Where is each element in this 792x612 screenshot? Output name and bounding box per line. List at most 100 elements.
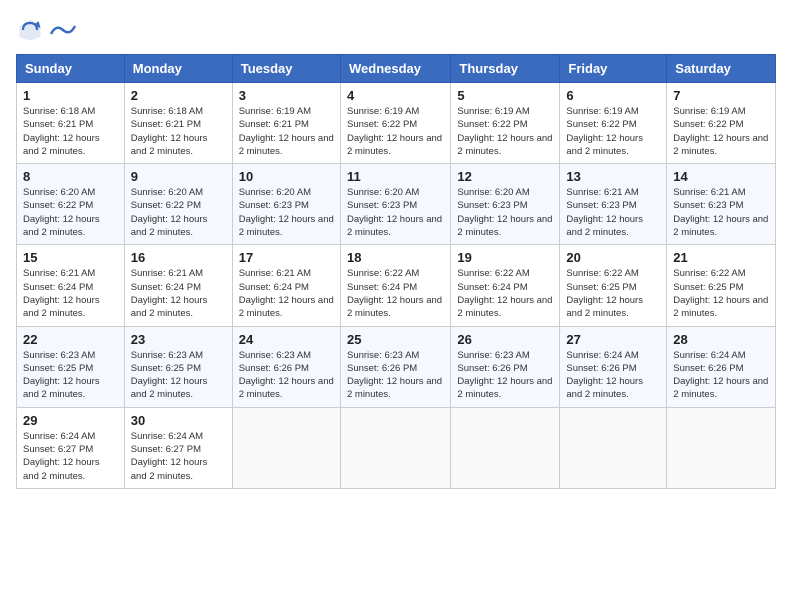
day-number: 14 [673,169,769,184]
calendar-cell: 12 Sunrise: 6:20 AM Sunset: 6:23 PM Dayl… [451,164,560,245]
day-info: Sunrise: 6:24 AM Sunset: 6:27 PM Dayligh… [23,430,118,483]
day-info: Sunrise: 6:24 AM Sunset: 6:26 PM Dayligh… [566,349,660,402]
calendar-cell: 16 Sunrise: 6:21 AM Sunset: 6:24 PM Dayl… [124,245,232,326]
week-row-3: 15 Sunrise: 6:21 AM Sunset: 6:24 PM Dayl… [17,245,776,326]
day-info: Sunrise: 6:21 AM Sunset: 6:24 PM Dayligh… [239,267,334,320]
day-info: Sunrise: 6:20 AM Sunset: 6:22 PM Dayligh… [131,186,226,239]
column-header-tuesday: Tuesday [232,55,340,83]
week-row-4: 22 Sunrise: 6:23 AM Sunset: 6:25 PM Dayl… [17,326,776,407]
day-number: 22 [23,332,118,347]
day-info: Sunrise: 6:18 AM Sunset: 6:21 PM Dayligh… [23,105,118,158]
calendar-cell: 5 Sunrise: 6:19 AM Sunset: 6:22 PM Dayli… [451,83,560,164]
day-info: Sunrise: 6:23 AM Sunset: 6:26 PM Dayligh… [239,349,334,402]
calendar-cell: 9 Sunrise: 6:20 AM Sunset: 6:22 PM Dayli… [124,164,232,245]
week-row-1: 1 Sunrise: 6:18 AM Sunset: 6:21 PM Dayli… [17,83,776,164]
page-header [16,16,776,44]
day-number: 16 [131,250,226,265]
day-info: Sunrise: 6:24 AM Sunset: 6:27 PM Dayligh… [131,430,226,483]
calendar-cell: 2 Sunrise: 6:18 AM Sunset: 6:21 PM Dayli… [124,83,232,164]
day-info: Sunrise: 6:20 AM Sunset: 6:23 PM Dayligh… [457,186,553,239]
day-number: 12 [457,169,553,184]
day-number: 21 [673,250,769,265]
day-number: 30 [131,413,226,428]
day-number: 17 [239,250,334,265]
day-number: 15 [23,250,118,265]
column-header-sunday: Sunday [17,55,125,83]
calendar-cell: 8 Sunrise: 6:20 AM Sunset: 6:22 PM Dayli… [17,164,125,245]
column-header-friday: Friday [560,55,667,83]
logo-icon [16,16,44,44]
column-header-saturday: Saturday [667,55,776,83]
day-number: 25 [347,332,444,347]
calendar-cell: 7 Sunrise: 6:19 AM Sunset: 6:22 PM Dayli… [667,83,776,164]
day-number: 28 [673,332,769,347]
day-info: Sunrise: 6:22 AM Sunset: 6:24 PM Dayligh… [457,267,553,320]
calendar-header-row: SundayMondayTuesdayWednesdayThursdayFrid… [17,55,776,83]
calendar-cell: 17 Sunrise: 6:21 AM Sunset: 6:24 PM Dayl… [232,245,340,326]
column-header-monday: Monday [124,55,232,83]
day-number: 19 [457,250,553,265]
calendar-cell: 14 Sunrise: 6:21 AM Sunset: 6:23 PM Dayl… [667,164,776,245]
day-info: Sunrise: 6:19 AM Sunset: 6:22 PM Dayligh… [673,105,769,158]
day-number: 11 [347,169,444,184]
day-info: Sunrise: 6:19 AM Sunset: 6:22 PM Dayligh… [347,105,444,158]
day-number: 7 [673,88,769,103]
day-info: Sunrise: 6:23 AM Sunset: 6:26 PM Dayligh… [457,349,553,402]
calendar-cell: 18 Sunrise: 6:22 AM Sunset: 6:24 PM Dayl… [340,245,450,326]
day-number: 29 [23,413,118,428]
logo-wave-icon [49,20,77,40]
calendar-cell: 27 Sunrise: 6:24 AM Sunset: 6:26 PM Dayl… [560,326,667,407]
calendar-cell [232,407,340,488]
calendar-cell: 13 Sunrise: 6:21 AM Sunset: 6:23 PM Dayl… [560,164,667,245]
day-info: Sunrise: 6:19 AM Sunset: 6:22 PM Dayligh… [566,105,660,158]
week-row-2: 8 Sunrise: 6:20 AM Sunset: 6:22 PM Dayli… [17,164,776,245]
calendar-cell: 1 Sunrise: 6:18 AM Sunset: 6:21 PM Dayli… [17,83,125,164]
calendar-cell: 23 Sunrise: 6:23 AM Sunset: 6:25 PM Dayl… [124,326,232,407]
day-number: 23 [131,332,226,347]
day-number: 1 [23,88,118,103]
day-info: Sunrise: 6:24 AM Sunset: 6:26 PM Dayligh… [673,349,769,402]
column-header-wednesday: Wednesday [340,55,450,83]
day-info: Sunrise: 6:22 AM Sunset: 6:25 PM Dayligh… [566,267,660,320]
day-number: 4 [347,88,444,103]
day-number: 2 [131,88,226,103]
day-info: Sunrise: 6:21 AM Sunset: 6:24 PM Dayligh… [131,267,226,320]
day-number: 9 [131,169,226,184]
calendar-cell: 15 Sunrise: 6:21 AM Sunset: 6:24 PM Dayl… [17,245,125,326]
day-info: Sunrise: 6:21 AM Sunset: 6:23 PM Dayligh… [673,186,769,239]
calendar-cell: 28 Sunrise: 6:24 AM Sunset: 6:26 PM Dayl… [667,326,776,407]
calendar-cell: 19 Sunrise: 6:22 AM Sunset: 6:24 PM Dayl… [451,245,560,326]
day-info: Sunrise: 6:21 AM Sunset: 6:23 PM Dayligh… [566,186,660,239]
calendar-cell [340,407,450,488]
calendar-cell: 22 Sunrise: 6:23 AM Sunset: 6:25 PM Dayl… [17,326,125,407]
calendar-cell: 10 Sunrise: 6:20 AM Sunset: 6:23 PM Dayl… [232,164,340,245]
day-number: 26 [457,332,553,347]
day-number: 5 [457,88,553,103]
day-number: 18 [347,250,444,265]
day-number: 27 [566,332,660,347]
day-info: Sunrise: 6:20 AM Sunset: 6:23 PM Dayligh… [239,186,334,239]
calendar-cell: 29 Sunrise: 6:24 AM Sunset: 6:27 PM Dayl… [17,407,125,488]
day-number: 10 [239,169,334,184]
day-number: 13 [566,169,660,184]
day-info: Sunrise: 6:22 AM Sunset: 6:24 PM Dayligh… [347,267,444,320]
day-number: 8 [23,169,118,184]
day-info: Sunrise: 6:19 AM Sunset: 6:22 PM Dayligh… [457,105,553,158]
day-info: Sunrise: 6:23 AM Sunset: 6:26 PM Dayligh… [347,349,444,402]
day-number: 24 [239,332,334,347]
day-info: Sunrise: 6:23 AM Sunset: 6:25 PM Dayligh… [131,349,226,402]
day-info: Sunrise: 6:20 AM Sunset: 6:23 PM Dayligh… [347,186,444,239]
logo [16,16,78,44]
calendar-cell: 4 Sunrise: 6:19 AM Sunset: 6:22 PM Dayli… [340,83,450,164]
calendar-cell: 6 Sunrise: 6:19 AM Sunset: 6:22 PM Dayli… [560,83,667,164]
calendar-cell: 30 Sunrise: 6:24 AM Sunset: 6:27 PM Dayl… [124,407,232,488]
calendar-cell [560,407,667,488]
day-number: 6 [566,88,660,103]
calendar-cell [451,407,560,488]
day-number: 20 [566,250,660,265]
day-info: Sunrise: 6:20 AM Sunset: 6:22 PM Dayligh… [23,186,118,239]
day-info: Sunrise: 6:23 AM Sunset: 6:25 PM Dayligh… [23,349,118,402]
column-header-thursday: Thursday [451,55,560,83]
calendar-cell: 25 Sunrise: 6:23 AM Sunset: 6:26 PM Dayl… [340,326,450,407]
week-row-5: 29 Sunrise: 6:24 AM Sunset: 6:27 PM Dayl… [17,407,776,488]
